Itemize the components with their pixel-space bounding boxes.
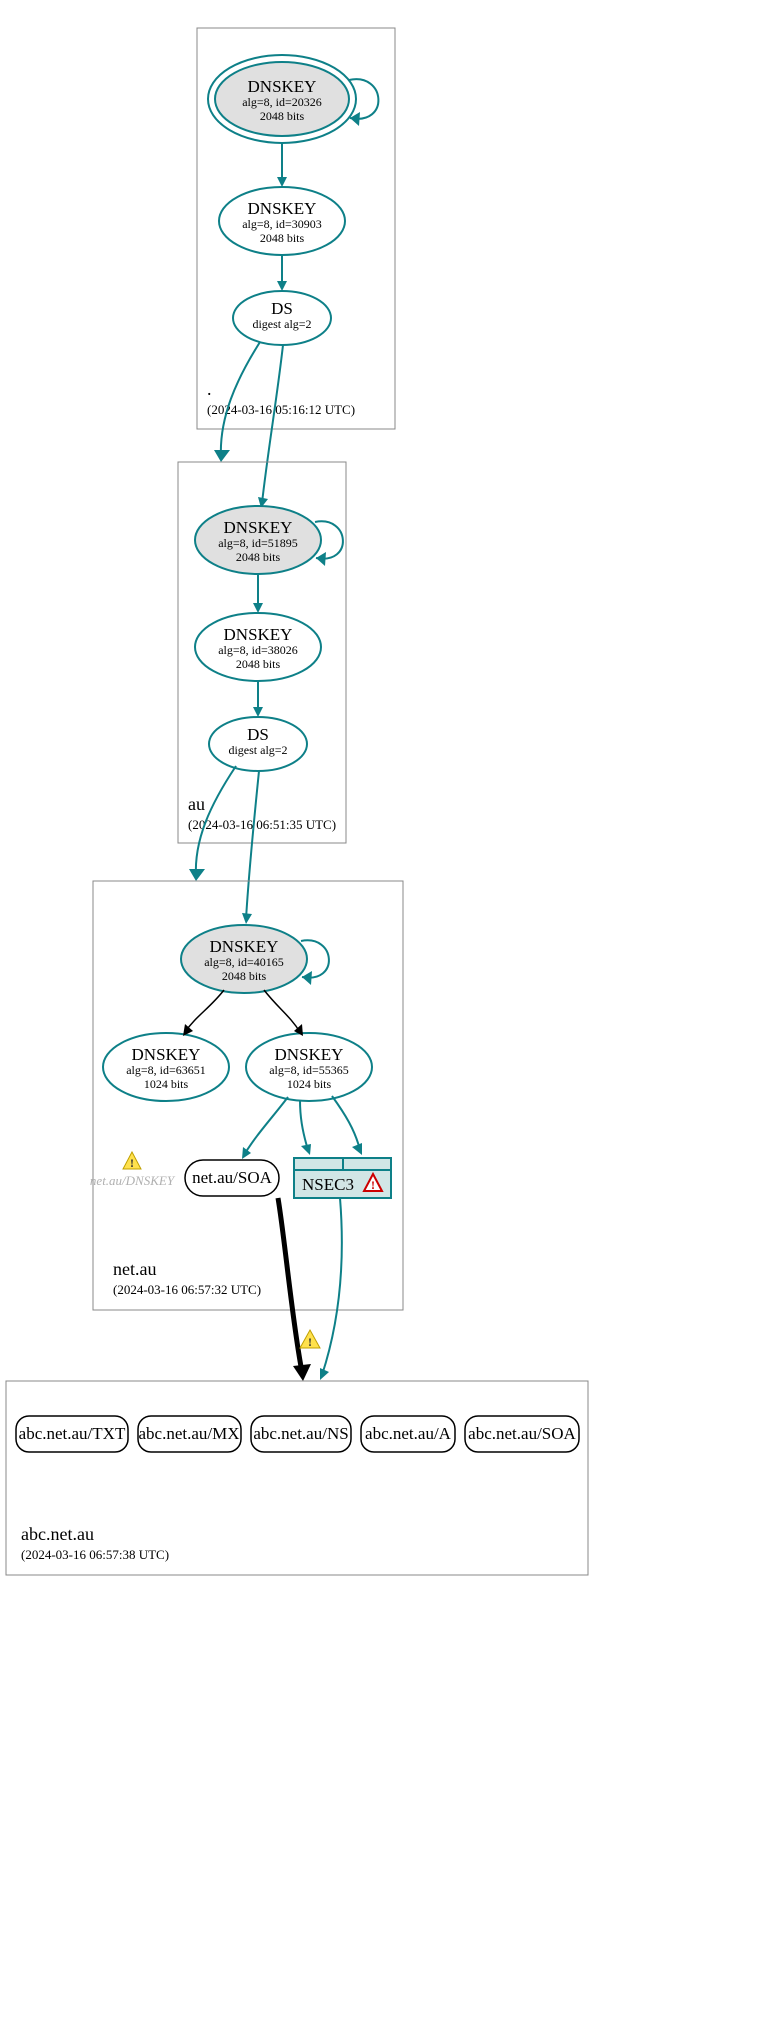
netau-ksk-l3: 2048 bits — [222, 969, 267, 983]
node-au-ksk[interactable]: DNSKEY alg=8, id=51895 2048 bits — [195, 506, 321, 574]
svg-text:!: ! — [371, 1178, 375, 1192]
edge-au-ds-to-netau-ksk — [246, 771, 259, 919]
abc-txt-label: abc.net.au/TXT — [19, 1424, 126, 1443]
netau-zsk1-title: DNSKEY — [132, 1045, 201, 1064]
node-au-ds[interactable]: DS digest alg=2 — [209, 717, 307, 771]
node-abc-mx[interactable]: abc.net.au/MX — [138, 1416, 241, 1452]
zone-abc: abc.net.au (2024-03-16 06:57:38 UTC) abc… — [6, 1381, 588, 1575]
node-netau-zsk2[interactable]: DNSKEY alg=8, id=55365 1024 bits — [246, 1033, 372, 1101]
netau-zsk1-l2: alg=8, id=63651 — [126, 1063, 206, 1077]
edge-netau-to-abc-thick — [278, 1198, 302, 1372]
node-netau-soa[interactable]: net.au/SOA — [185, 1160, 279, 1196]
abc-soa-label: abc.net.au/SOA — [468, 1424, 576, 1443]
root-zsk-l3: 2048 bits — [260, 231, 305, 245]
node-netau-zsk1[interactable]: DNSKEY alg=8, id=63651 1024 bits — [103, 1033, 229, 1101]
root-zsk-l2: alg=8, id=30903 — [242, 217, 322, 231]
edge-netau-ksk-zsk1 — [185, 990, 224, 1032]
node-netau-ksk[interactable]: DNSKEY alg=8, id=40165 2048 bits — [181, 925, 307, 993]
zone-netau-time: (2024-03-16 06:57:32 UTC) — [113, 1282, 261, 1297]
ghost-netau-dnskey: net.au/DNSKEY — [90, 1173, 176, 1188]
au-ksk-title: DNSKEY — [224, 518, 293, 537]
node-root-ksk[interactable]: DNSKEY alg=8, id=20326 2048 bits — [208, 55, 356, 143]
au-ds-l2: digest alg=2 — [228, 743, 287, 757]
netau-zsk1-l3: 1024 bits — [144, 1077, 189, 1091]
au-ds-title: DS — [247, 725, 269, 744]
svg-text:!: ! — [130, 1156, 134, 1170]
zone-root: . (2024-03-16 05:16:12 UTC) DNSKEY alg=8… — [197, 28, 395, 429]
warning-icon: ! — [300, 1330, 320, 1349]
au-zsk-l3: 2048 bits — [236, 657, 281, 671]
node-abc-a[interactable]: abc.net.au/A — [361, 1416, 455, 1452]
node-au-zsk[interactable]: DNSKEY alg=8, id=38026 2048 bits — [195, 613, 321, 681]
node-abc-soa[interactable]: abc.net.au/SOA — [465, 1416, 579, 1452]
svg-text:!: ! — [308, 1335, 312, 1349]
zone-root-label: . — [207, 379, 212, 399]
node-root-zsk[interactable]: DNSKEY alg=8, id=30903 2048 bits — [219, 187, 345, 255]
abc-ns-label: abc.net.au/NS — [253, 1424, 348, 1443]
netau-zsk2-title: DNSKEY — [275, 1045, 344, 1064]
zone-netau-label: net.au — [113, 1259, 156, 1279]
zone-abc-time: (2024-03-16 06:57:38 UTC) — [21, 1547, 169, 1562]
root-ds-l2: digest alg=2 — [252, 317, 311, 331]
zone-au: au (2024-03-16 06:51:35 UTC) DNSKEY alg=… — [178, 462, 346, 843]
edge-zsk2-nsec-r — [332, 1096, 360, 1150]
edge-root-ds-to-au-ksk — [262, 345, 283, 503]
root-ds-title: DS — [271, 299, 293, 318]
abc-mx-label: abc.net.au/MX — [138, 1424, 239, 1443]
au-zsk-title: DNSKEY — [224, 625, 293, 644]
edge-zsk2-nsec-l — [300, 1100, 308, 1150]
zone-netau: net.au (2024-03-16 06:57:32 UTC) DNSKEY … — [90, 881, 403, 1310]
netau-zsk2-l2: alg=8, id=55365 — [269, 1063, 349, 1077]
netau-nsec-title: NSEC3 — [302, 1175, 354, 1194]
zone-au-label: au — [188, 794, 205, 814]
netau-zsk2-l3: 1024 bits — [287, 1077, 332, 1091]
zone-abc-label: abc.net.au — [21, 1524, 94, 1544]
au-ksk-l3: 2048 bits — [236, 550, 281, 564]
node-netau-nsec3[interactable]: NSEC3 ! — [294, 1158, 391, 1198]
netau-ksk-l2: alg=8, id=40165 — [204, 955, 284, 969]
netau-soa-title: net.au/SOA — [192, 1168, 273, 1187]
edge-root-to-au-thick — [221, 342, 260, 458]
root-ksk-l3: 2048 bits — [260, 109, 305, 123]
abc-a-label: abc.net.au/A — [365, 1424, 452, 1443]
warning-icon: ! — [123, 1152, 141, 1170]
svg-text:net.au/DNSKEY: net.au/DNSKEY — [90, 1173, 176, 1188]
root-ksk-title: DNSKEY — [248, 77, 317, 96]
au-ksk-l2: alg=8, id=51895 — [218, 536, 298, 550]
root-zsk-title: DNSKEY — [248, 199, 317, 218]
node-root-ds[interactable]: DS digest alg=2 — [233, 291, 331, 345]
netau-ksk-title: DNSKEY — [210, 937, 279, 956]
edge-netau-ksk-zsk2 — [264, 990, 300, 1032]
edge-nsec-to-abc — [322, 1198, 342, 1375]
root-ksk-l2: alg=8, id=20326 — [242, 95, 322, 109]
node-abc-ns[interactable]: abc.net.au/NS — [251, 1416, 351, 1452]
node-abc-txt[interactable]: abc.net.au/TXT — [16, 1416, 128, 1452]
edge-zsk2-soa — [244, 1097, 288, 1155]
zone-au-time: (2024-03-16 06:51:35 UTC) — [188, 817, 336, 832]
au-zsk-l2: alg=8, id=38026 — [218, 643, 298, 657]
